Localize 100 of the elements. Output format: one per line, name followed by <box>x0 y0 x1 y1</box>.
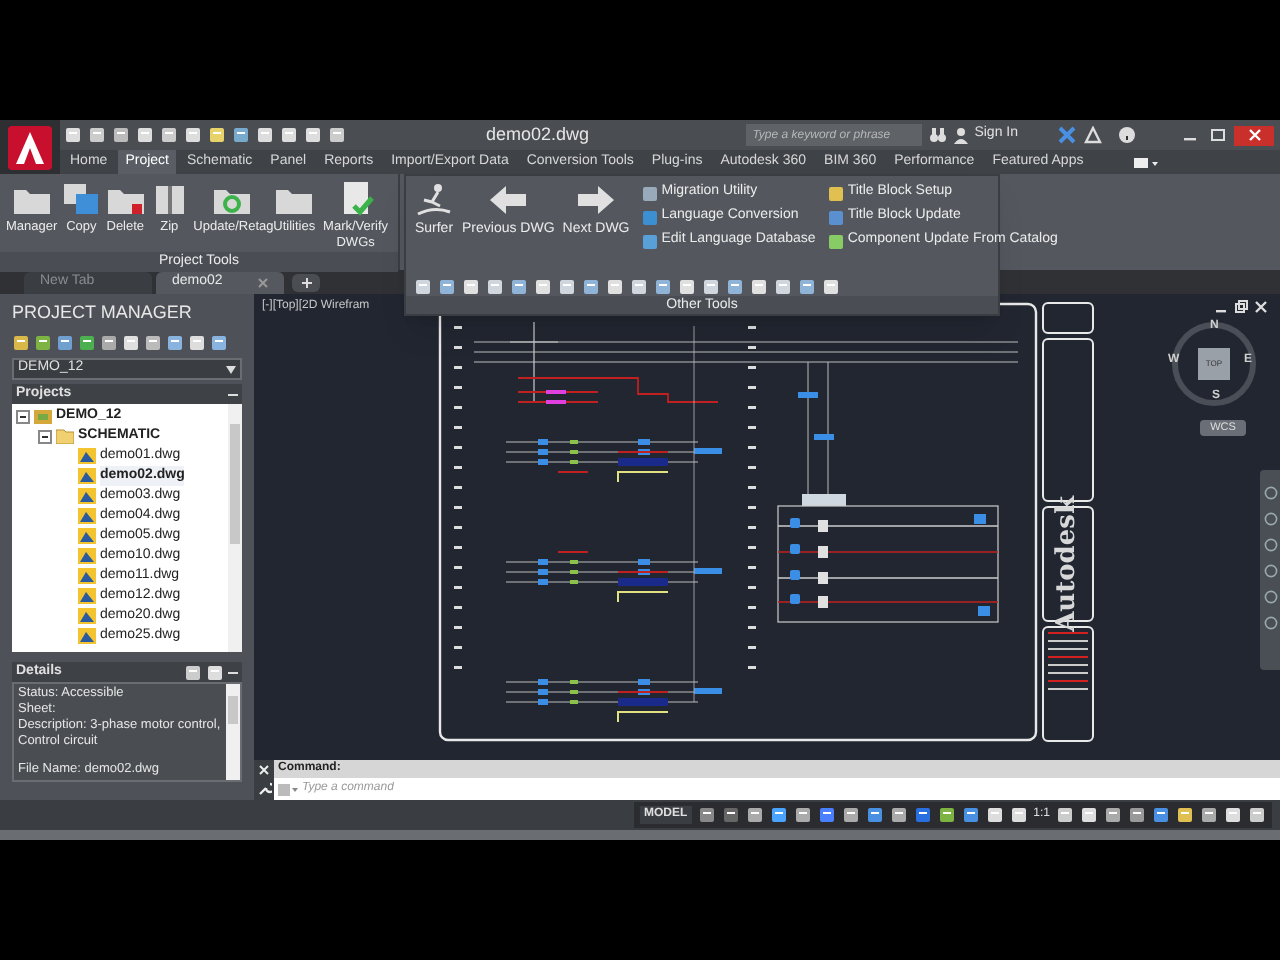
status-toggle-icon[interactable] <box>793 806 812 824</box>
quick-access-icon[interactable] <box>88 126 106 144</box>
folder-icon <box>56 428 74 444</box>
quick-access-icon[interactable] <box>280 126 298 144</box>
tool-icon[interactable] <box>654 277 672 295</box>
tool-icon[interactable] <box>414 277 432 295</box>
tool-icon[interactable] <box>678 277 696 295</box>
tool-icon[interactable] <box>510 277 528 295</box>
status-toggle-icon[interactable] <box>697 806 716 824</box>
close-icon <box>1254 300 1268 314</box>
plus-icon <box>301 278 311 288</box>
window-title: demo02.dwg <box>486 121 590 148</box>
toolbar-icon[interactable] <box>210 333 228 351</box>
status-toggle-icon[interactable] <box>1080 806 1098 824</box>
status-toggle-icon[interactable] <box>1176 806 1194 824</box>
quick-access-icon[interactable] <box>184 126 202 144</box>
collapse-icon[interactable] <box>16 409 30 423</box>
status-toggle-icon[interactable] <box>1152 806 1170 824</box>
status-toggle-icon[interactable] <box>1128 806 1146 824</box>
panel-toggle-icon <box>1133 155 1158 169</box>
help-icon <box>1118 126 1136 144</box>
drawing-file-icon <box>78 608 96 624</box>
collapse-icon <box>228 669 238 675</box>
scrollbar[interactable] <box>226 684 240 780</box>
toolbar-icon[interactable] <box>56 333 74 351</box>
status-toggle-icon[interactable] <box>769 806 788 824</box>
drawing-file-icon <box>78 508 96 524</box>
user-icon <box>952 126 971 144</box>
status-toggle-icon[interactable] <box>1104 806 1122 824</box>
status-toggle-icon[interactable] <box>817 806 836 824</box>
status-toggle-icon[interactable] <box>937 806 956 824</box>
drawing-file-icon <box>78 568 96 584</box>
status-toggle-icon[interactable] <box>1200 806 1218 824</box>
tool-icon[interactable] <box>606 277 624 295</box>
tool-icon[interactable] <box>534 277 552 295</box>
quick-access-icon[interactable] <box>256 126 274 144</box>
surfer-icon <box>414 182 454 218</box>
toolbar-icon[interactable] <box>184 663 202 681</box>
status-toggle-icon[interactable] <box>1248 806 1266 824</box>
tool-icon[interactable] <box>774 277 792 295</box>
close-button[interactable] <box>1234 125 1274 145</box>
title-block-cell <box>1042 302 1094 334</box>
quick-access-icon[interactable] <box>328 126 346 144</box>
close-icon <box>1247 128 1261 142</box>
quick-access-icon[interactable] <box>304 126 322 144</box>
toolbar-icon[interactable] <box>12 333 30 351</box>
quick-access-icon[interactable] <box>160 126 178 144</box>
status-toggle-icon[interactable] <box>961 806 980 824</box>
tool-icon[interactable] <box>630 277 648 295</box>
collapse-icon <box>228 391 238 397</box>
project-icon <box>34 408 52 424</box>
status-toggle-icon[interactable] <box>745 806 764 824</box>
toolbar-icon[interactable] <box>166 333 184 351</box>
tool-icon[interactable] <box>702 277 720 295</box>
scrollbar[interactable] <box>228 404 242 652</box>
tool-icon[interactable] <box>462 277 480 295</box>
status-toggle-icon[interactable] <box>865 806 884 824</box>
tool-icon[interactable] <box>726 277 744 295</box>
triangle-icon <box>1084 126 1102 144</box>
toolbar-icon[interactable] <box>122 333 140 351</box>
drawing-file-icon <box>78 528 96 544</box>
new-tab-button[interactable] <box>292 274 320 292</box>
status-toggle-icon[interactable] <box>721 806 740 824</box>
drawing-file-icon <box>78 588 96 604</box>
tool-icon[interactable] <box>558 277 576 295</box>
restore-icon <box>1234 300 1248 314</box>
status-toggle-icon[interactable] <box>985 806 1004 824</box>
toolbar-icon[interactable] <box>34 333 52 351</box>
quick-access-icon[interactable] <box>208 126 226 144</box>
quick-access-icon[interactable] <box>136 126 154 144</box>
quick-access-icon[interactable] <box>112 126 130 144</box>
toolbar-icon[interactable] <box>188 333 206 351</box>
status-toggle-icon[interactable] <box>1056 806 1074 824</box>
status-toggle-icon[interactable] <box>1224 806 1242 824</box>
quick-access-icon[interactable] <box>64 126 82 144</box>
caret-icon <box>226 365 236 373</box>
app-logo-icon[interactable] <box>8 125 52 169</box>
close-icon <box>258 763 270 776</box>
status-toggle-icon[interactable] <box>889 806 908 824</box>
collapse-icon[interactable] <box>38 429 52 443</box>
left-arrow-icon <box>488 182 529 218</box>
drawing-file-icon <box>78 468 96 484</box>
tool-icon[interactable] <box>438 277 456 295</box>
copy-icon <box>61 180 102 216</box>
maximize-icon <box>1208 126 1228 144</box>
drawing-file-icon <box>78 548 96 564</box>
tool-icon[interactable] <box>750 277 768 295</box>
tool-icon[interactable] <box>822 277 840 295</box>
status-toggle-icon[interactable] <box>1009 806 1028 824</box>
drawing-file-icon <box>78 488 96 504</box>
status-toggle-icon[interactable] <box>841 806 860 824</box>
toolbar-icon[interactable] <box>100 333 118 351</box>
tool-icon[interactable] <box>582 277 600 295</box>
image-icon[interactable] <box>206 663 224 681</box>
toolbar-icon[interactable] <box>78 333 96 351</box>
status-toggle-icon[interactable] <box>913 806 932 824</box>
toolbar-icon[interactable] <box>144 333 162 351</box>
quick-access-icon[interactable] <box>232 126 250 144</box>
tool-icon[interactable] <box>798 277 816 295</box>
tool-icon[interactable] <box>486 277 504 295</box>
